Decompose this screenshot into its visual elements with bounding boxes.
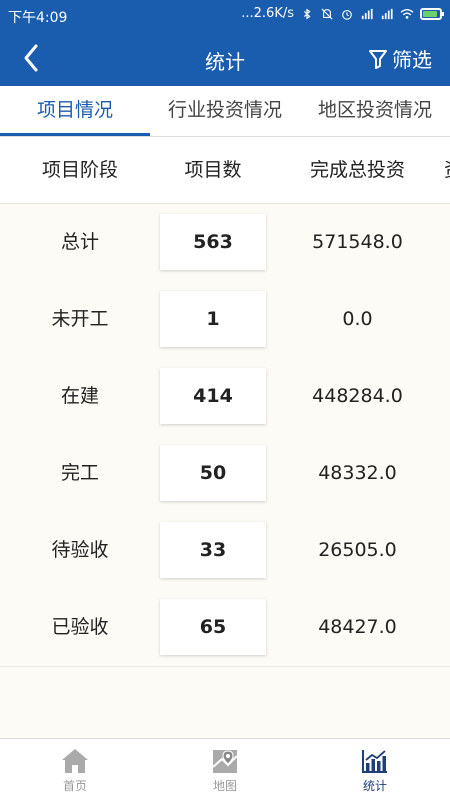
header-count: 项目数 bbox=[184, 159, 242, 181]
table-row: 待验收 33 26505.0 bbox=[0, 512, 450, 590]
row-stage: 已验收 bbox=[51, 616, 109, 638]
row-investment: 571548.0 bbox=[312, 231, 403, 253]
app-bar: 统计 筛选 bbox=[0, 32, 450, 86]
status-time: 下午4:09 bbox=[8, 10, 68, 26]
row-stage: 在建 bbox=[60, 385, 99, 407]
row-count[interactable]: 414 bbox=[160, 368, 266, 424]
filter-icon bbox=[369, 49, 387, 69]
nav-map[interactable]: 地图 bbox=[150, 739, 300, 801]
table-header: 项目阶段 项目数 完成总投资 资 bbox=[0, 137, 450, 204]
header-stage: 项目阶段 bbox=[41, 159, 118, 181]
table-row: 完工 50 48332.0 bbox=[0, 435, 450, 513]
wifi-icon bbox=[400, 8, 414, 19]
home-icon bbox=[62, 749, 88, 773]
header-cutoff: 资 bbox=[444, 137, 450, 203]
network-speed: ...2.6K/s bbox=[241, 6, 294, 21]
tab-industry-investment[interactable]: 行业投资情况 bbox=[150, 86, 300, 136]
tab-indicator bbox=[0, 133, 150, 136]
nav-statistics-label: 统计 bbox=[362, 779, 387, 793]
alarm-icon bbox=[342, 9, 352, 20]
row-investment: 448284.0 bbox=[312, 385, 403, 407]
nav-map-label: 地图 bbox=[212, 779, 237, 793]
filter-label: 筛选 bbox=[392, 48, 432, 72]
row-investment: 26505.0 bbox=[318, 539, 397, 561]
nav-statistics[interactable]: 统计 bbox=[300, 739, 450, 801]
status-bar: 下午4:09 ...2.6K/s bbox=[0, 0, 450, 32]
tab-project-status[interactable]: 项目情况 bbox=[0, 86, 150, 136]
bottom-nav: 首页 地图 统计 bbox=[0, 738, 450, 801]
row-stage: 总计 bbox=[60, 231, 99, 253]
tab-region-investment[interactable]: 地区投资情况 bbox=[300, 86, 450, 136]
row-investment: 48427.0 bbox=[318, 616, 397, 638]
table-row: 总计 563 571548.0 bbox=[0, 204, 450, 282]
map-icon bbox=[212, 750, 238, 773]
filter-button[interactable]: 筛选 bbox=[368, 44, 432, 73]
nav-home[interactable]: 首页 bbox=[0, 739, 150, 801]
row-count[interactable]: 65 bbox=[160, 599, 266, 655]
row-stage: 未开工 bbox=[51, 308, 109, 330]
table-row: 在建 414 448284.0 bbox=[0, 358, 450, 436]
row-stage: 待验收 bbox=[51, 539, 109, 561]
row-count[interactable]: 33 bbox=[160, 522, 266, 578]
row-investment: 48332.0 bbox=[318, 462, 397, 484]
battery-icon bbox=[420, 7, 444, 20]
nav-home-label: 首页 bbox=[62, 779, 87, 793]
table-row: 已验收 65 48427.0 bbox=[0, 589, 450, 667]
status-icons: ...2.6K/s bbox=[241, 6, 444, 21]
signal-hd-icon bbox=[381, 8, 393, 19]
row-count[interactable]: 1 bbox=[160, 291, 266, 347]
header-investment: 完成总投资 bbox=[309, 159, 405, 181]
row-count[interactable]: 563 bbox=[160, 214, 266, 270]
row-count[interactable]: 50 bbox=[160, 445, 266, 501]
row-stage: 完工 bbox=[60, 462, 99, 484]
row-investment: 0.0 bbox=[342, 308, 373, 330]
chart-icon bbox=[362, 750, 387, 773]
mute-icon bbox=[321, 7, 333, 20]
signal-icon bbox=[361, 8, 373, 19]
tab-bar: 项目情况 行业投资情况 地区投资情况 bbox=[0, 86, 450, 137]
table-row: 未开工 1 0.0 bbox=[0, 281, 450, 359]
bluetooth-icon bbox=[304, 8, 311, 19]
